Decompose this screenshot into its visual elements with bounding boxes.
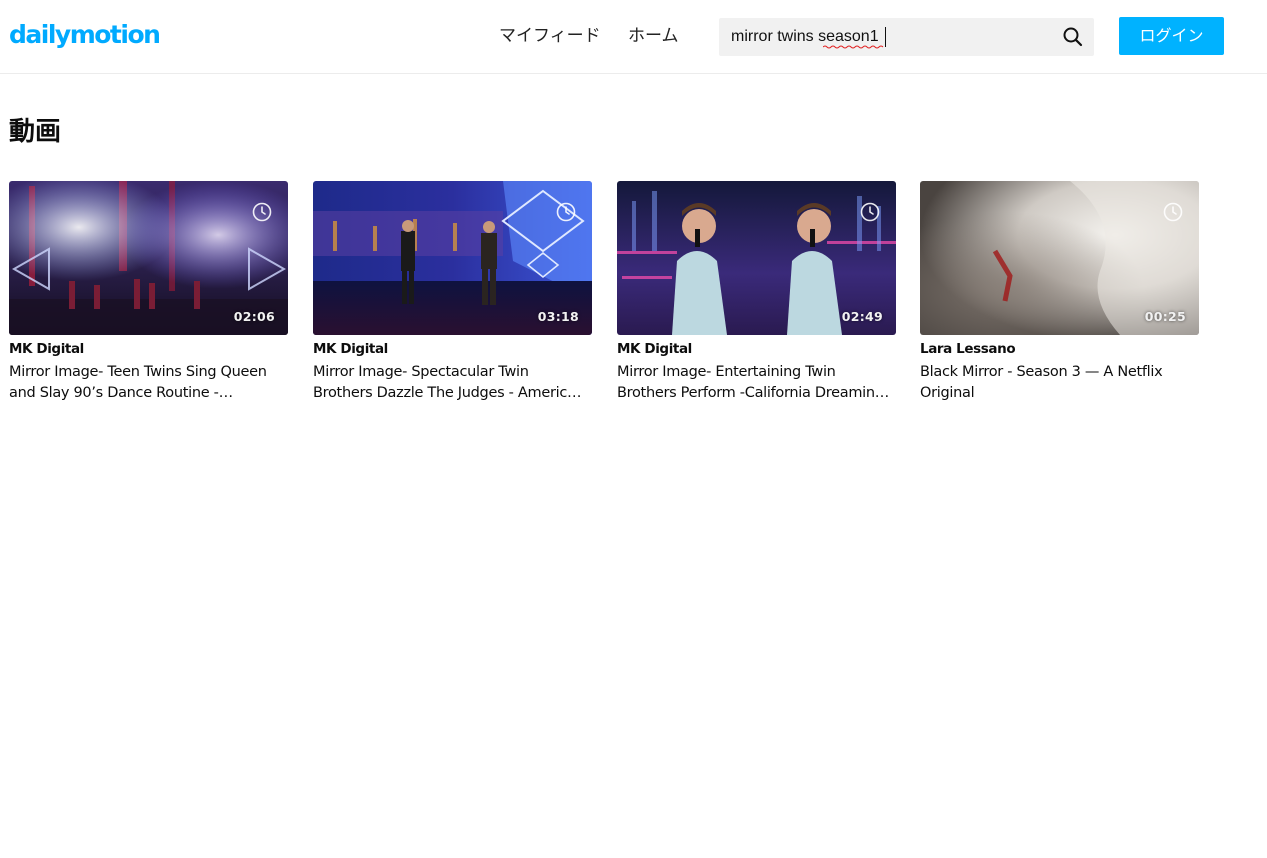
nav-home[interactable]: ホーム <box>628 24 679 48</box>
video-thumbnail[interactable]: 00:25 <box>920 181 1199 335</box>
search-icon[interactable] <box>1062 26 1084 48</box>
channel-name[interactable]: MK Digital <box>313 340 592 358</box>
watch-later-icon[interactable] <box>252 202 272 222</box>
video-duration: 03:18 <box>537 309 579 324</box>
video-duration: 02:49 <box>841 309 883 324</box>
search-input[interactable] <box>731 18 1051 56</box>
video-card[interactable]: 02:49 MK Digital Mirror Image- Entertain… <box>617 181 896 404</box>
video-card[interactable]: 03:18 MK Digital Mirror Image- Spectacul… <box>313 181 592 404</box>
video-card[interactable]: 00:25 Lara Lessano Black Mirror - Season… <box>920 181 1199 404</box>
watch-later-icon[interactable] <box>556 202 576 222</box>
text-caret <box>885 27 886 47</box>
video-card[interactable]: 02:06 MK Digital Mirror Image- Teen Twin… <box>9 181 288 404</box>
dailymotion-logo[interactable]: dailymotion <box>9 20 161 50</box>
video-duration: 02:06 <box>233 309 275 324</box>
channel-name[interactable]: MK Digital <box>9 340 288 358</box>
watch-later-icon[interactable] <box>1163 202 1183 222</box>
video-thumbnail[interactable]: 03:18 <box>313 181 592 335</box>
video-title[interactable]: Mirror Image- Teen Twins Sing Queen and … <box>9 362 284 404</box>
video-duration: 00:25 <box>1144 309 1186 324</box>
channel-name[interactable]: Lara Lessano <box>920 340 1199 358</box>
login-button[interactable]: ログイン <box>1119 17 1224 55</box>
section-title-videos: 動画 <box>9 117 62 147</box>
spellcheck-underline <box>823 45 884 49</box>
site-header: dailymotion マイフィード ホーム ログイン <box>0 0 1267 74</box>
video-title[interactable]: Black Mirror - Season 3 — A Netflix Orig… <box>920 362 1195 404</box>
search-bar <box>719 18 1094 56</box>
video-title[interactable]: Mirror Image- Spectacular Twin Brothers … <box>313 362 588 404</box>
channel-name[interactable]: MK Digital <box>617 340 896 358</box>
watch-later-icon[interactable] <box>860 202 880 222</box>
video-title[interactable]: Mirror Image- Entertaining Twin Brothers… <box>617 362 892 404</box>
video-thumbnail[interactable]: 02:06 <box>9 181 288 335</box>
nav-my-feed[interactable]: マイフィード <box>499 24 601 48</box>
video-thumbnail[interactable]: 02:49 <box>617 181 896 335</box>
